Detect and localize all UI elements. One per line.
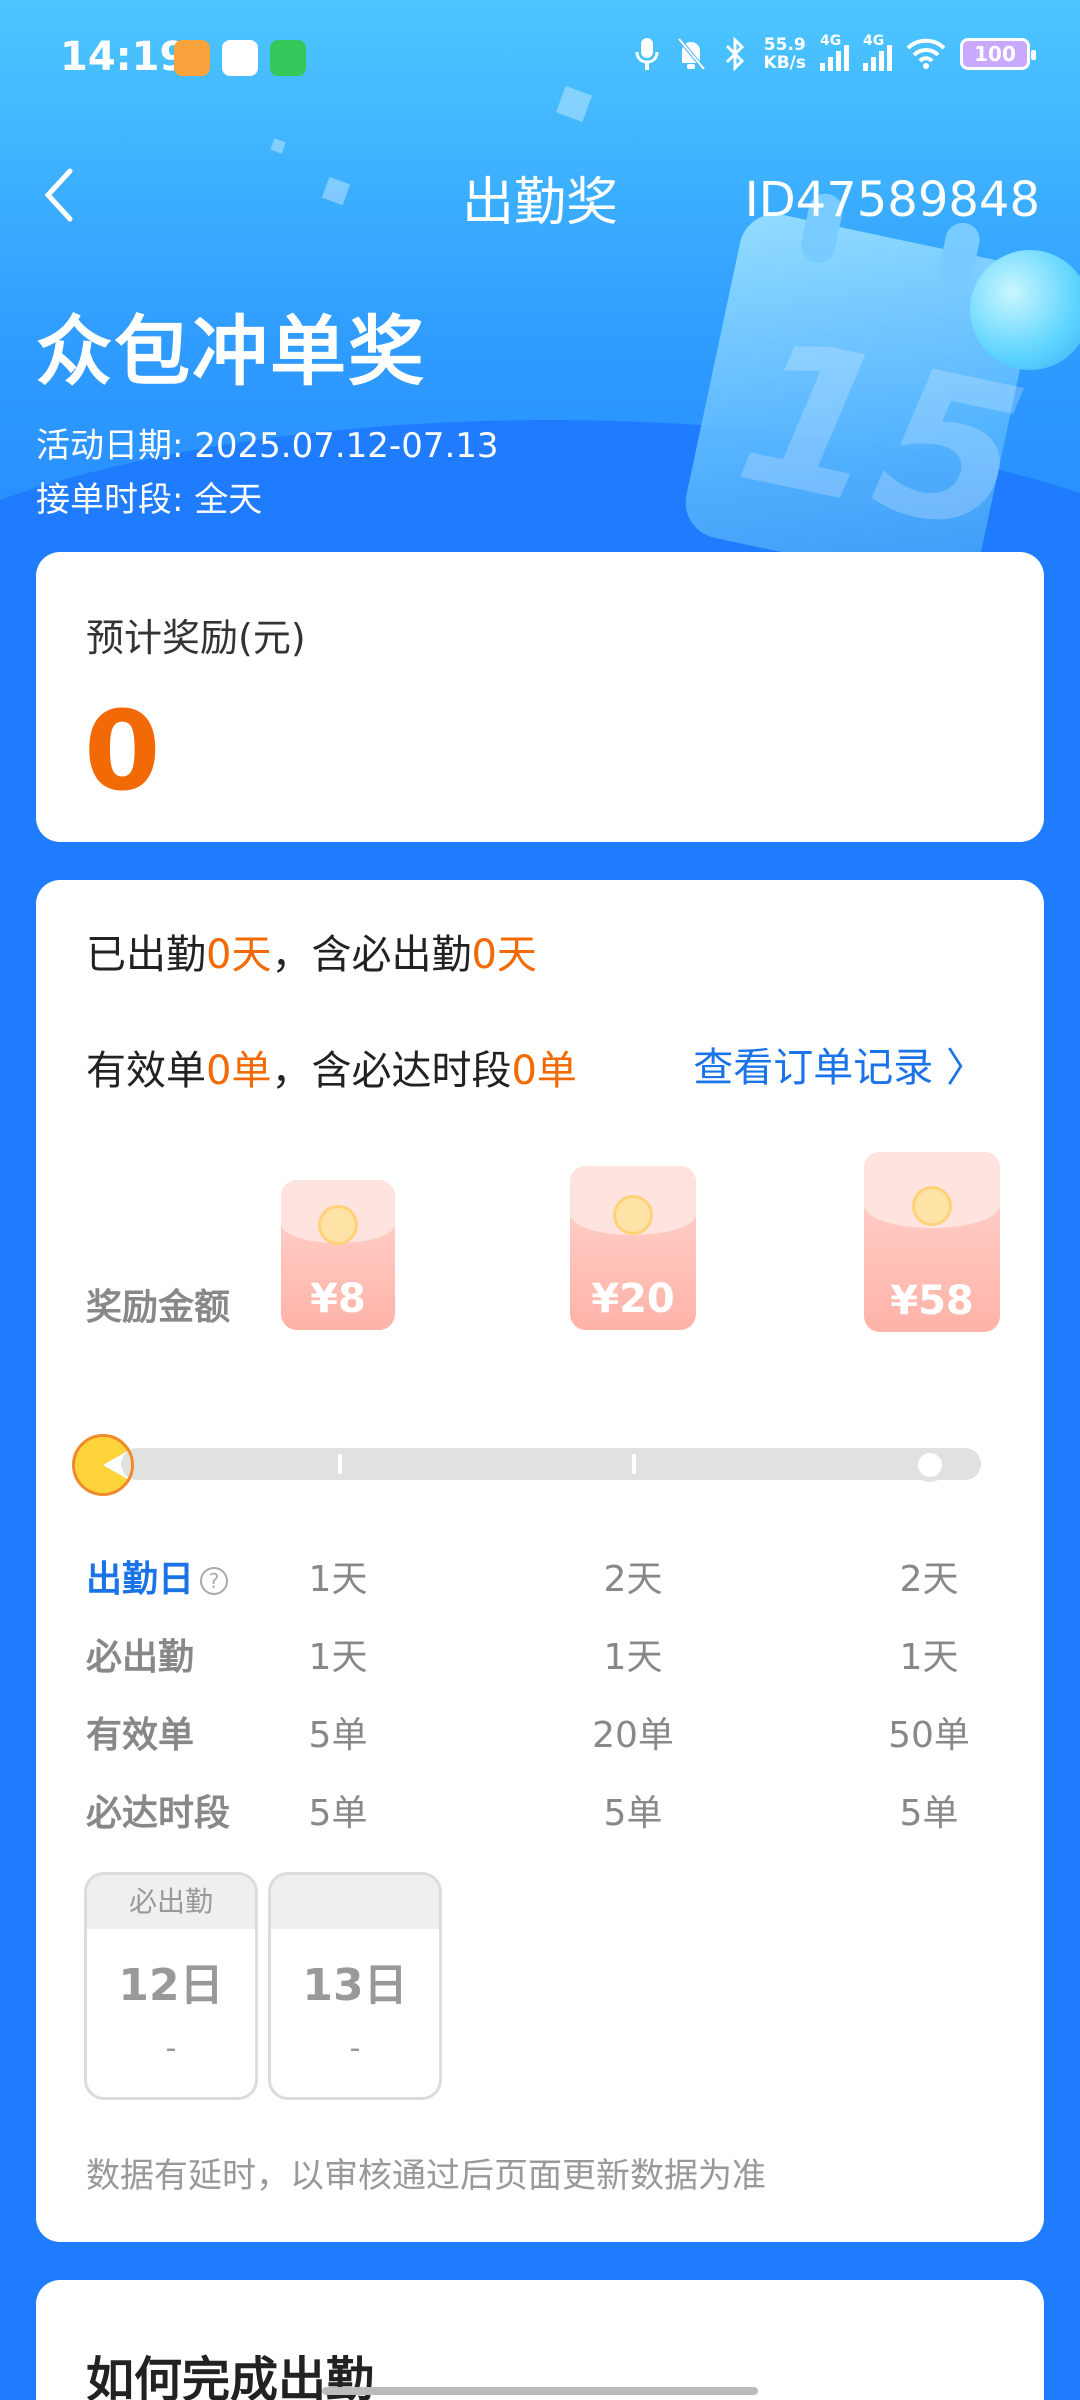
- day-label: 13日: [302, 1960, 408, 2011]
- table-row: 有效单 5单 20单 50单: [36, 1706, 1044, 1766]
- day-status-box[interactable]: 13日 -: [268, 1872, 442, 2100]
- attendance-summary: 已出勤0天，含必出勤0天: [86, 922, 537, 980]
- table-cell: 5单: [308, 1715, 368, 1756]
- orders-prefix: 有效单: [86, 1048, 206, 1094]
- envelope-seal: [318, 1205, 358, 1245]
- decor-cube: [270, 138, 286, 154]
- table-cell: 1天: [308, 1559, 368, 1600]
- sim1-network-label: 4G: [820, 33, 842, 49]
- estimate-card: 预计奖励(元) 0: [36, 552, 1044, 842]
- progress-tick: [632, 1454, 636, 1474]
- view-order-records-link[interactable]: 查看订单记录 〉: [693, 1035, 986, 1093]
- order-period: 接单时段: 全天: [36, 480, 263, 520]
- bluetooth-icon: [720, 37, 750, 71]
- status-bar: 14:19 55.9 KB/s 4G 4G 100: [0, 0, 1080, 120]
- reward-envelope: ¥58: [864, 1152, 1000, 1332]
- table-cell: 2天: [899, 1559, 959, 1600]
- envelope-seal: [912, 1186, 952, 1226]
- table-cell: 2天: [603, 1559, 663, 1600]
- order-summary: 有效单0单，含必达时段0单: [86, 1038, 577, 1096]
- network-speed: 55.9 KB/s: [764, 36, 806, 72]
- signal-icon: 4G: [820, 33, 849, 71]
- table-cell: 20单: [592, 1715, 674, 1756]
- progress-tick: [338, 1454, 342, 1474]
- table-row: 出勤日? 1天 2天 2天: [36, 1550, 1044, 1610]
- sim2-network-label: 4G: [863, 33, 885, 49]
- help-icon[interactable]: ?: [200, 1567, 229, 1595]
- data-delay-note: 数据有延时，以审核通过后页面更新数据为准: [86, 2156, 766, 2196]
- table-cell: 5单: [603, 1793, 663, 1834]
- table-cell: 1天: [603, 1637, 663, 1678]
- attendance-prefix: 已出勤: [86, 932, 206, 978]
- row-header-valid-orders: 有效单: [86, 1715, 195, 1756]
- battery-icon: 100: [960, 38, 1036, 70]
- mute-bell-icon: [676, 37, 706, 71]
- envelope-seal: [613, 1195, 653, 1236]
- day-value: -: [165, 2031, 177, 2066]
- orders-count: 0单: [206, 1048, 272, 1094]
- required-orders: 0单: [511, 1048, 577, 1094]
- day-value: -: [349, 2031, 361, 2066]
- status-icons: 55.9 KB/s 4G 4G 100: [632, 33, 1036, 72]
- reward-tier-amount: ¥20: [591, 1276, 675, 1322]
- status-time: 14:19: [60, 34, 188, 80]
- reward-tier-amount: ¥58: [890, 1278, 974, 1324]
- reward-amount-label: 奖励金额: [86, 1287, 231, 1328]
- reward-tier-amount: ¥8: [310, 1276, 366, 1322]
- day-tag: [271, 1875, 439, 1929]
- table-row: 必出勤 1天 1天 1天: [36, 1628, 1044, 1688]
- orders-mid: ，含必达时段: [271, 1048, 512, 1094]
- attendance-day-label: 出勤日: [86, 1559, 195, 1600]
- home-indicator[interactable]: [322, 2387, 758, 2395]
- how-to-card: 如何完成出勤: [36, 2280, 1044, 2400]
- row-header-required-attendance: 必出勤: [86, 1637, 195, 1678]
- user-id: ID47589848: [744, 172, 1040, 228]
- signal-icon: 4G: [863, 33, 892, 71]
- progress-card: 已出勤0天，含必出勤0天 有效单0单，含必达时段0单 查看订单记录 〉 奖励金额…: [36, 880, 1044, 2242]
- phone-app-icon: [270, 40, 306, 76]
- day-status-box[interactable]: 必出勤 12日 -: [84, 1872, 258, 2100]
- qq-icon: [222, 40, 258, 76]
- reward-envelope: ¥20: [570, 1166, 696, 1330]
- network-speed-unit: KB/s: [763, 53, 806, 73]
- network-speed-value: 55.9: [763, 35, 806, 55]
- row-header-attendance-day: 出勤日?: [86, 1550, 229, 1602]
- estimate-label: 预计奖励(元): [86, 616, 306, 660]
- required-days: 0天: [471, 932, 537, 978]
- progress-indicator: [72, 1434, 134, 1496]
- bubble-decoration: [970, 250, 1080, 370]
- microphone-icon: [632, 37, 662, 71]
- day-tag: 必出勤: [87, 1875, 255, 1929]
- wifi-icon: [906, 37, 946, 71]
- calendar-illustration: 15: [678, 190, 1042, 593]
- activity-date: 活动日期: 2025.07.12-07.13: [36, 426, 499, 466]
- attendance-mid: ，含必出勤: [271, 932, 472, 978]
- reward-envelope: ¥8: [281, 1180, 395, 1330]
- table-cell: 50单: [888, 1715, 970, 1756]
- table-row: 必达时段 5单 5单 5单: [36, 1784, 1044, 1844]
- estimate-value: 0: [84, 687, 161, 815]
- row-header-required-period: 必达时段: [86, 1793, 231, 1834]
- table-cell: 1天: [899, 1637, 959, 1678]
- table-cell: 5单: [899, 1793, 959, 1834]
- attendance-days: 0天: [206, 932, 272, 978]
- reward-progress-track: [121, 1448, 981, 1480]
- app-notification-icon: [174, 40, 210, 76]
- table-cell: 1天: [308, 1637, 368, 1678]
- progress-end-marker: [913, 1448, 947, 1482]
- activity-title: 众包冲单奖: [36, 307, 426, 396]
- table-cell: 5单: [308, 1793, 368, 1834]
- day-label: 12日: [118, 1960, 224, 2011]
